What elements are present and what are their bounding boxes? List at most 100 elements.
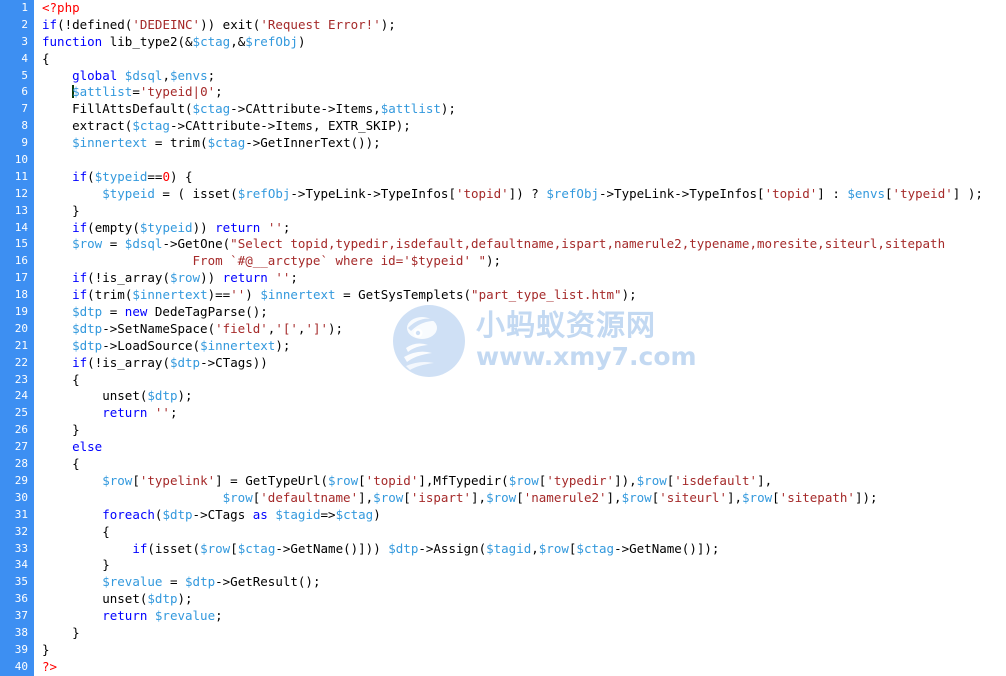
code-line[interactable]: $attlist='typeid|0'; — [34, 84, 1006, 101]
code-token: $dtp — [72, 320, 103, 336]
code-line[interactable]: $innertext = trim($ctag->GetInnerText())… — [34, 135, 1006, 152]
code-line[interactable]: } — [34, 625, 1006, 642]
code-line[interactable]: $typeid = ( isset($refObj->TypeLink->Typ… — [34, 186, 1006, 203]
code-line[interactable]: } — [34, 557, 1006, 574]
code-line[interactable]: if(!is_array($row)) return ''; — [34, 270, 1006, 287]
code-line[interactable]: $revalue = $dtp->GetResult(); — [34, 574, 1006, 591]
code-token: = — [102, 236, 125, 252]
code-line[interactable]: return ''; — [34, 405, 1006, 422]
code-token: ] : — [817, 185, 848, 201]
code-token: $refObj — [245, 33, 298, 49]
code-token: $dtp — [72, 337, 103, 353]
code-line[interactable]: if($typeid==0) { — [34, 169, 1006, 186]
code-token: ( — [87, 168, 95, 184]
code-content[interactable]: <?php if(!defined('DEDEINC')) exit('Reque… — [34, 0, 1006, 676]
code-token: $dsql — [124, 236, 163, 252]
code-token: ,& — [230, 33, 246, 49]
code-line[interactable]: unset($dtp); — [34, 591, 1006, 608]
code-token: [ — [516, 489, 524, 505]
code-token: } — [42, 202, 80, 218]
line-number: 40 — [14, 659, 28, 673]
line-number: 5 — [21, 68, 28, 82]
code-line[interactable]: { — [34, 372, 1006, 389]
code-line[interactable]: function lib_type2(&$ctag,&$refObj) — [34, 34, 1006, 51]
code-token: ( — [463, 287, 472, 303]
code-line[interactable]: return $revalue; — [34, 608, 1006, 625]
code-line[interactable]: if(empty($typeid)) return ''; — [34, 220, 1006, 237]
code-token: $envs — [847, 185, 886, 201]
code-line[interactable]: { — [34, 51, 1006, 68]
line-number: 20 — [14, 321, 28, 335]
code-line[interactable]: if(!is_array($dtp->CTags)) — [34, 355, 1006, 372]
code-token: $dtp — [388, 540, 419, 556]
code-token: if — [72, 168, 88, 184]
code-token: ->GetName()]); — [614, 540, 720, 556]
code-token: ) — [245, 287, 261, 303]
code-line[interactable]: if(!defined('DEDEINC')) exit('Request Er… — [34, 17, 1006, 34]
code-line[interactable]: { — [34, 524, 1006, 541]
code-token: )== — [207, 287, 231, 303]
code-token: return — [102, 608, 148, 624]
code-line[interactable]: } — [34, 203, 1006, 220]
code-line[interactable] — [34, 152, 1006, 169]
code-token: = — [147, 135, 170, 151]
code-token: $row — [200, 540, 231, 556]
code-token: else — [72, 439, 103, 455]
code-line[interactable]: From `#@__arctype` where id='$typeid' ")… — [34, 253, 1006, 270]
code-token: $dtp — [147, 591, 178, 607]
code-line[interactable]: FillAttsDefault($ctag->CAttribute->Items… — [34, 101, 1006, 118]
code-token: $ctag — [207, 135, 246, 151]
code-token: return — [215, 219, 261, 235]
code-line[interactable]: ?> — [34, 659, 1006, 676]
code-line[interactable]: foreach($dtp->CTags as $tagid=>$ctag) — [34, 507, 1006, 524]
code-token: '' — [275, 270, 291, 286]
code-line[interactable]: } — [34, 642, 1006, 659]
code-token: ->LoadSource( — [102, 337, 201, 353]
code-token: "Select topid,typedir,isdefault,defaultn… — [230, 236, 946, 252]
code-token: $row — [621, 489, 652, 505]
code-line[interactable]: unset($dtp); — [34, 388, 1006, 405]
line-number-gutter: 1 2 3 4 5 6 7 8 9 10 11 12 13 14 15 16 17 18 19 20 21 22 23 24 2… — [0, 0, 34, 676]
code-line[interactable]: global $dsql,$envs; — [34, 68, 1006, 85]
code-token: ], — [418, 472, 434, 488]
code-token: defined — [72, 16, 125, 32]
code-line[interactable]: $row = $dsql->GetOne("Select topid,typed… — [34, 236, 1006, 253]
code-token: (! — [87, 270, 103, 286]
code-line[interactable]: $dtp->SetNameSpace('field','[',']'); — [34, 321, 1006, 338]
code-line[interactable]: } — [34, 422, 1006, 439]
code-token: [ — [230, 540, 238, 556]
code-line[interactable]: if(isset($row[$ctag->GetName()])) $dtp->… — [34, 541, 1006, 558]
code-token: 'siteurl' — [659, 489, 727, 505]
code-line[interactable]: $row['typelink'] = GetTypeUrl($row['topi… — [34, 473, 1006, 490]
code-token: $dtp — [147, 388, 178, 404]
code-token: ( — [162, 354, 170, 370]
line-number: 35 — [14, 575, 28, 589]
code-line[interactable]: { — [34, 456, 1006, 473]
code-line[interactable]: extract($ctag->CAttribute->Items, EXTR_S… — [34, 118, 1006, 135]
code-token: extract — [72, 118, 125, 134]
code-token: ( — [501, 472, 509, 488]
line-number: 29 — [14, 473, 28, 487]
code-line[interactable]: if(trim($innertext)=='') $innertext = Ge… — [34, 287, 1006, 304]
code-token: ->CTags)) — [200, 354, 268, 370]
code-token: ], — [606, 489, 622, 505]
code-token: ->CAttribute->Items, EXTR_SKIP); — [169, 118, 411, 134]
line-number: 16 — [14, 254, 28, 268]
code-line[interactable]: else — [34, 439, 1006, 456]
code-token: $row — [102, 472, 133, 488]
code-line[interactable]: $row['defaultname'],$row['ispart'],$row[… — [34, 490, 1006, 507]
code-token: $innertext — [72, 135, 148, 151]
line-number: 4 — [21, 51, 28, 65]
code-editor[interactable]: 小蚂蚁资源网 www.xmy7.com <?php if(!defined('DE… — [0, 0, 1006, 676]
code-line[interactable]: <?php — [34, 0, 1006, 17]
code-token: ( — [185, 101, 193, 117]
code-line[interactable]: $dtp->LoadSource($innertext); — [34, 338, 1006, 355]
code-line[interactable]: $dtp = new DedeTagParse(); — [34, 304, 1006, 321]
